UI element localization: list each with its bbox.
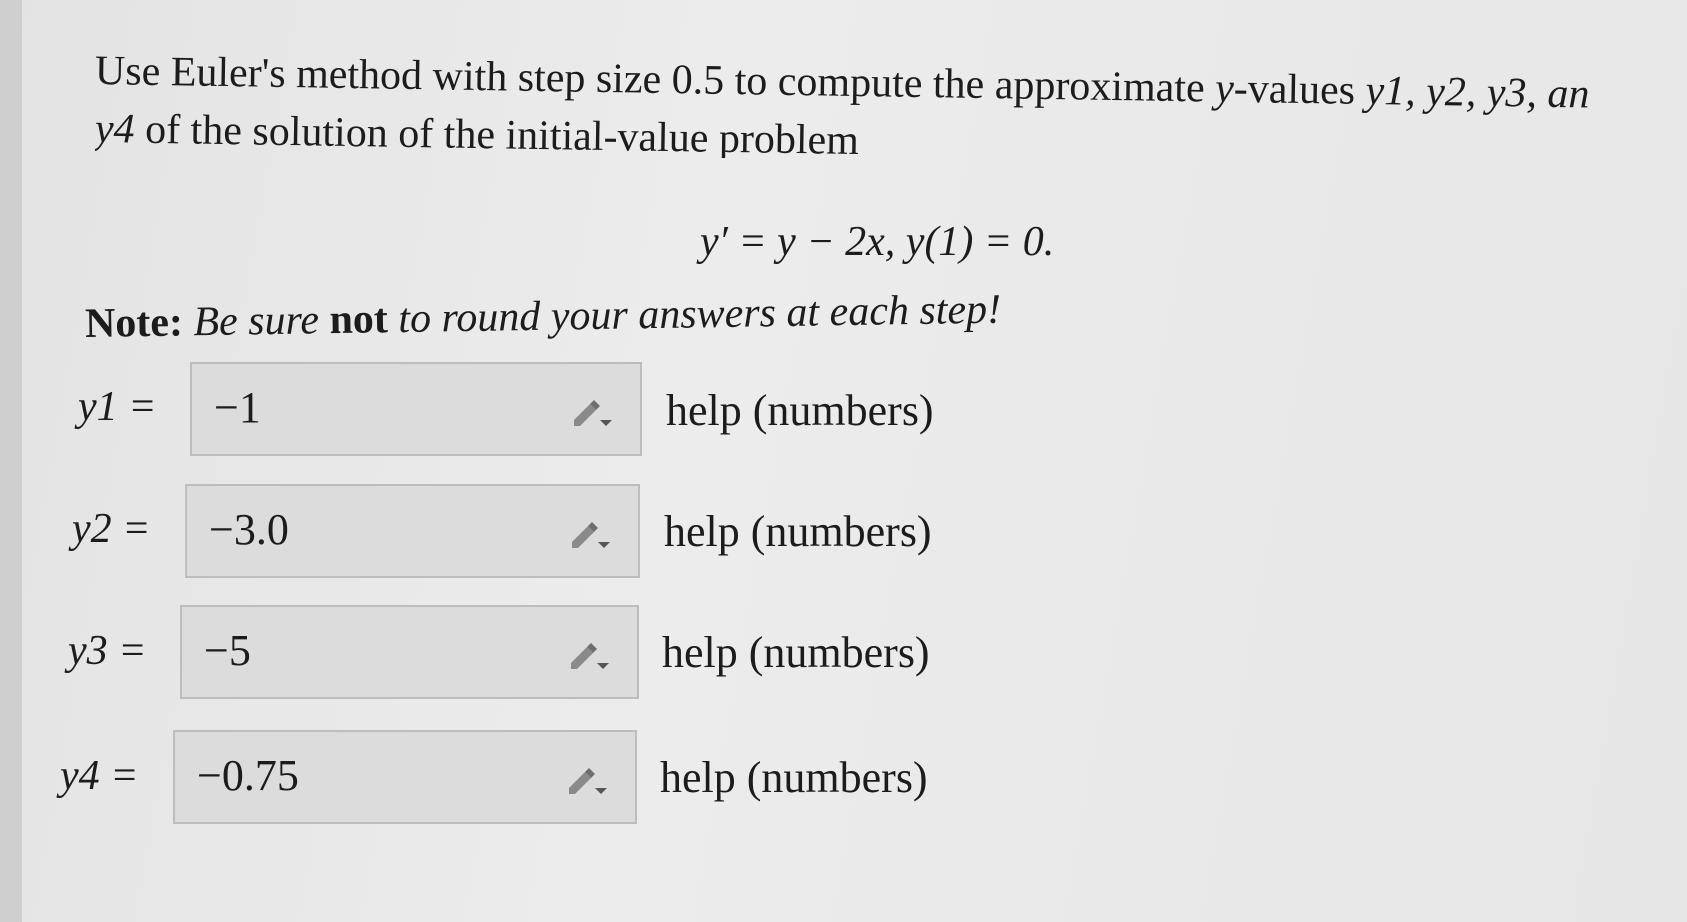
- y2-label: y2 =: [72, 506, 151, 552]
- y4-help-link[interactable]: help (numbers): [660, 752, 928, 803]
- y2-answer-field[interactable]: −3.0: [185, 484, 640, 578]
- y4-answer-field[interactable]: −0.75: [173, 730, 637, 824]
- y-variable: y: [1214, 65, 1235, 112]
- y-values-list: y1, y2, y3, an: [1365, 67, 1590, 118]
- note: Note: Be sure not to round your answers …: [85, 286, 1002, 348]
- y3-help-link[interactable]: help (numbers): [662, 627, 930, 678]
- differential-equation: y′ = y − 2x, y(1) = 0.: [700, 219, 1055, 265]
- y2-help-link[interactable]: help (numbers): [664, 506, 932, 557]
- problem-text-line2: of the solution of the initial-value pro…: [134, 106, 860, 158]
- y4-label: y4 =: [60, 753, 139, 799]
- note-label: Note:: [84, 299, 184, 347]
- y3-label: y3 =: [68, 628, 147, 674]
- pencil-dropdown-icon[interactable]: [570, 398, 614, 428]
- problem-statement: Use Euler's method with step size 0.5 to…: [95, 42, 1687, 158]
- y4-variable: y4: [95, 106, 136, 153]
- y4-answer-value[interactable]: −0.75: [197, 750, 299, 801]
- y1-answer-field[interactable]: −1: [190, 362, 642, 456]
- y1-label: y1 =: [78, 384, 157, 430]
- problem-text-mid: -values: [1233, 65, 1366, 114]
- y2-answer-value[interactable]: −3.0: [209, 504, 289, 555]
- note-emphasis: not: [329, 296, 389, 344]
- screen-left-edge: [0, 0, 22, 922]
- pencil-dropdown-icon[interactable]: [565, 766, 609, 796]
- pencil-dropdown-icon[interactable]: [568, 520, 612, 550]
- y3-answer-value[interactable]: −5: [204, 625, 251, 676]
- note-text-2: to round your answers at each step!: [387, 286, 1002, 343]
- y1-help-link[interactable]: help (numbers): [666, 385, 934, 436]
- note-text-1: Be sure: [182, 297, 330, 346]
- y1-answer-value[interactable]: −1: [214, 382, 261, 433]
- y3-answer-field[interactable]: −5: [180, 605, 639, 699]
- pencil-dropdown-icon[interactable]: [567, 641, 611, 671]
